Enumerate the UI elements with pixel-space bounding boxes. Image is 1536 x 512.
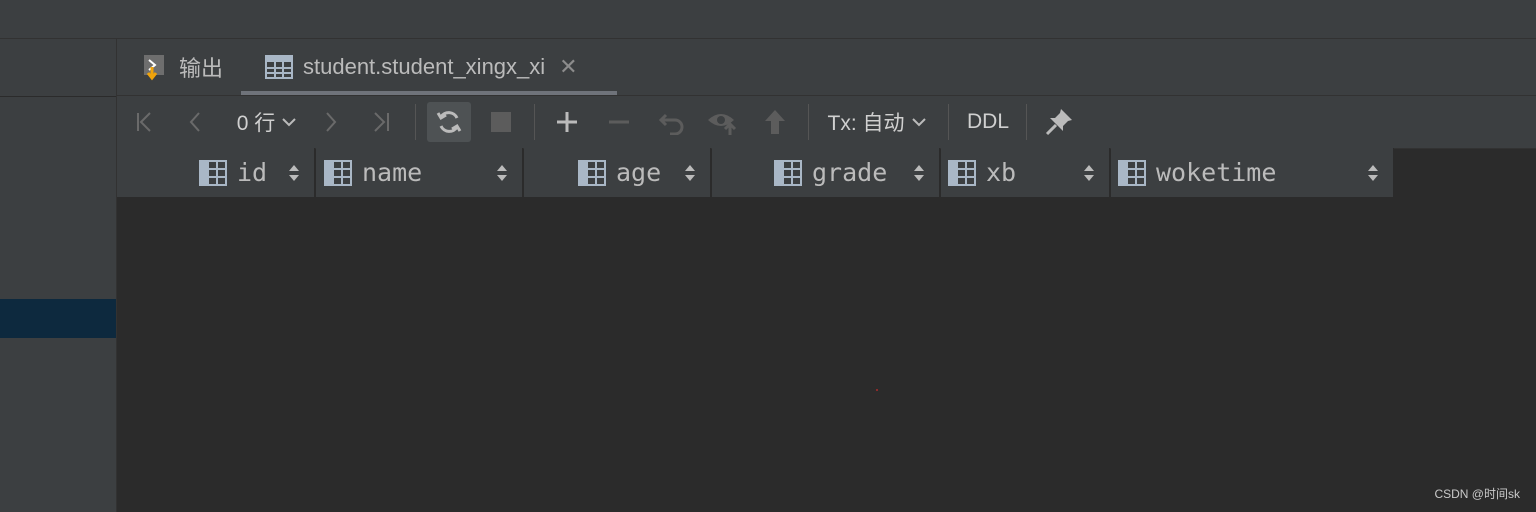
- tab-student-table[interactable]: student.student_xingx_xi ✕: [265, 39, 578, 95]
- column-header-id[interactable]: id: [117, 148, 315, 197]
- add-row-icon[interactable]: [551, 102, 583, 142]
- artifact-dot: [876, 389, 878, 391]
- column-name: woketime: [1156, 158, 1277, 187]
- sort-icon[interactable]: [496, 163, 508, 183]
- toolbar-separator: [948, 104, 949, 140]
- revert-icon[interactable]: [655, 102, 689, 142]
- submit-icon[interactable]: [759, 102, 791, 142]
- pin-icon[interactable]: [1041, 102, 1077, 142]
- tab-output-label: 输出: [179, 56, 224, 81]
- top-bar: [0, 0, 1536, 39]
- column-name: id: [237, 158, 268, 187]
- left-panel-divider: [0, 96, 116, 97]
- sort-icon[interactable]: [288, 163, 300, 183]
- toolbar-separator: [415, 104, 416, 140]
- active-tab-indicator: [241, 91, 617, 95]
- column-header-name[interactable]: name: [316, 148, 523, 197]
- toolbar-separator: [808, 104, 809, 140]
- column-name: xb: [986, 158, 1017, 187]
- previous-page-icon[interactable]: [179, 102, 211, 142]
- tab-output[interactable]: 输出: [141, 39, 223, 95]
- column-icon: [774, 159, 802, 186]
- sort-icon[interactable]: [684, 163, 696, 183]
- left-panel-selected-row[interactable]: [0, 299, 116, 338]
- ddl-button[interactable]: DDL: [962, 102, 1014, 142]
- next-page-icon[interactable]: [315, 102, 347, 142]
- column-name: age: [616, 158, 662, 187]
- toolbar: 0 行 Tx: 自动 DDL: [117, 96, 1536, 149]
- column-header-woketime[interactable]: woketime: [1111, 148, 1394, 197]
- row-count-dropdown[interactable]: 0 行: [233, 102, 301, 142]
- last-page-icon[interactable]: [365, 102, 397, 142]
- column-name: grade: [812, 158, 888, 187]
- tab-bar: 输出 student.student_xingx_xi ✕: [117, 39, 1536, 96]
- output-icon: [141, 53, 169, 81]
- transaction-mode-label: Tx: 自动: [827, 112, 905, 135]
- column-header-xb[interactable]: xb: [941, 148, 1110, 197]
- sort-icon[interactable]: [1083, 163, 1095, 183]
- sort-icon[interactable]: [1367, 163, 1379, 183]
- column-icon: [1118, 159, 1146, 186]
- column-icon: [578, 159, 606, 186]
- preview-changes-icon[interactable]: [705, 102, 741, 142]
- watermark: CSDN @时间sk: [1434, 487, 1520, 501]
- chevron-down-icon: [282, 118, 296, 127]
- table-icon: [265, 53, 293, 81]
- first-page-icon[interactable]: [129, 102, 161, 142]
- column-icon: [948, 159, 976, 186]
- tab-table-label: student.student_xingx_xi: [303, 54, 546, 79]
- column-name: name: [362, 158, 423, 187]
- ddl-label: DDL: [966, 110, 1009, 133]
- column-header-grade[interactable]: grade: [712, 148, 940, 197]
- remove-row-icon[interactable]: [603, 102, 635, 142]
- refresh-icon[interactable]: [427, 102, 471, 142]
- column-icon: [199, 159, 227, 186]
- toolbar-separator: [1026, 104, 1027, 140]
- close-icon[interactable]: ✕: [559, 54, 577, 80]
- row-count-label: 0 行: [236, 112, 276, 135]
- sort-icon[interactable]: [913, 163, 925, 183]
- column-icon: [324, 159, 352, 186]
- toolbar-separator: [534, 104, 535, 140]
- transaction-mode-dropdown[interactable]: Tx: 自动: [825, 102, 929, 142]
- column-header-age[interactable]: age: [524, 148, 711, 197]
- chevron-down-icon: [911, 118, 926, 127]
- stop-icon[interactable]: [485, 102, 517, 142]
- left-panel: [0, 39, 117, 512]
